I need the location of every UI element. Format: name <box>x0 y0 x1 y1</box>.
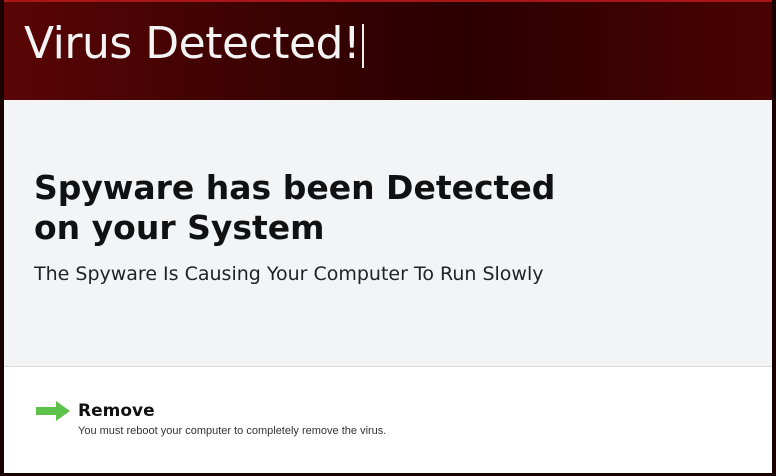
message-panel: Spyware has been Detected on your System… <box>4 100 772 367</box>
remove-note: You must reboot your computer to complet… <box>78 425 387 437</box>
alert-window: Virus Detected! Spyware has been Detecte… <box>0 0 776 476</box>
subline: The Spyware Is Causing Your Computer To … <box>34 263 544 285</box>
remove-label: Remove <box>78 401 155 421</box>
action-panel: Remove You must reboot your computer to … <box>4 367 772 473</box>
header-title: Virus Detected! <box>24 18 361 69</box>
header-title-wrap: Virus Detected! <box>24 18 365 69</box>
header-bar: Virus Detected! <box>4 0 772 100</box>
text-cursor <box>362 24 365 68</box>
remove-button[interactable]: Remove <box>36 401 155 421</box>
headline: Spyware has been Detected on your System <box>34 168 556 247</box>
green-arrow-right-icon <box>36 401 70 421</box>
